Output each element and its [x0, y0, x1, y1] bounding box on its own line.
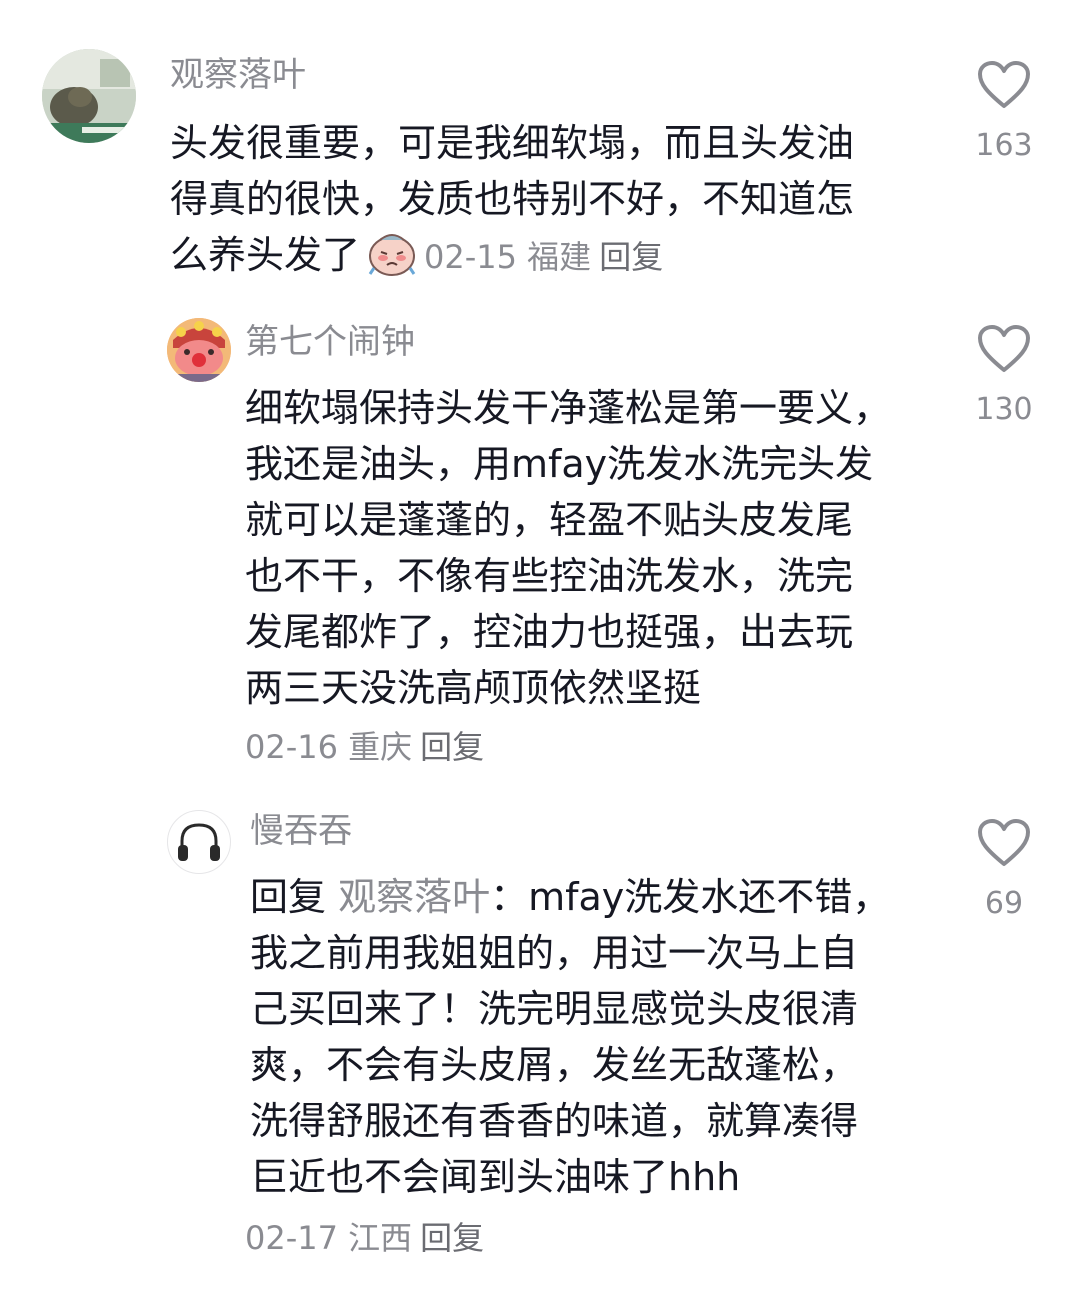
like-button[interactable]: 69 — [964, 818, 1044, 922]
headphones-icon — [178, 823, 220, 861]
heart-icon — [978, 61, 1030, 108]
comment-date: 02-17 — [245, 1219, 338, 1257]
reply-button[interactable]: 回复 — [420, 728, 484, 766]
comment-line: 己买回来了！洗完明显感觉头皮很清 — [250, 987, 859, 1031]
crying-face-emoji-icon — [366, 230, 418, 291]
username[interactable]: 第七个闹钟 — [245, 322, 415, 362]
comment-location: 福建 — [527, 238, 592, 276]
reply-button[interactable]: 回复 — [420, 1219, 484, 1257]
comment-line: 两三天没洗高颅顶依然坚挺 — [245, 666, 702, 710]
comment-text: 头发很重要，可是我细软塌，而且头发油 得真的很快，发质也特别不好，不知道怎 么养… — [170, 115, 854, 291]
comment-line: 就可以是蓬蓬的，轻盈不贴头皮发尾 — [245, 498, 854, 542]
comment-date: 02-16 — [245, 728, 338, 766]
reply-target-username[interactable]: 观察落叶 — [338, 875, 490, 919]
avatar[interactable] — [167, 318, 231, 382]
comment-location: 重庆 — [348, 728, 413, 766]
avatar[interactable] — [42, 49, 136, 143]
comment-line: 得真的很快，发质也特别不好，不知道怎 — [170, 177, 855, 221]
comment-line: 头发很重要，可是我细软塌，而且头发油 — [170, 121, 855, 165]
comment-meta: 02-16 重庆 回复 — [245, 727, 484, 767]
comment-text: 细软塌保持头发干净蓬松是第一要义， 我还是油头，用mfay洗发水洗完头发 就可以… — [245, 380, 891, 716]
comment-meta: 02-15 福建 回复 — [424, 238, 663, 276]
comment-line: 我还是油头，用mfay洗发水洗完头发 — [245, 442, 874, 486]
like-count: 130 — [975, 392, 1033, 427]
like-button[interactable]: 163 — [964, 60, 1044, 164]
like-count: 69 — [984, 886, 1024, 921]
comment-line: 细软塌保持头发干净蓬松是第一要义， — [245, 386, 892, 430]
reply-prefix: 回复 — [250, 875, 327, 919]
comment-line-text: ：mfay洗发水还不错， — [490, 875, 891, 919]
like-count: 163 — [975, 128, 1033, 163]
like-button[interactable]: 130 — [964, 324, 1044, 428]
comment-line: 么养头发了 02-15 福建 回复 — [170, 227, 854, 291]
comment-line-text: 么养头发了 — [170, 233, 361, 277]
comment-meta: 02-17 江西 回复 — [245, 1218, 484, 1258]
comment-line: 洗得舒服还有香香的味道，就算凑得 — [250, 1099, 859, 1143]
reply-button[interactable]: 回复 — [599, 238, 663, 276]
avatar[interactable] — [167, 810, 231, 874]
comment-line: 回复 观察落叶：mfay洗发水还不错， — [250, 869, 890, 925]
comment-text: 回复 观察落叶：mfay洗发水还不错， 我之前用我姐姐的，用过一次马上自 己买回… — [250, 869, 890, 1205]
comment-line: 发尾都炸了，控油力也挺强，出去玩 — [245, 610, 854, 654]
comment-line: 爽，不会有头皮屑，发丝无敌蓬松， — [250, 1043, 859, 1087]
username[interactable]: 观察落叶 — [170, 55, 306, 95]
heart-icon — [978, 325, 1030, 372]
comment-line: 也不干，不像有些控油洗发水，洗完 — [245, 554, 854, 598]
heart-icon — [978, 819, 1030, 866]
comment-date: 02-15 — [424, 238, 517, 276]
comment-line: 巨近也不会闻到头油味了hhh — [250, 1155, 741, 1199]
username[interactable]: 慢吞吞 — [250, 811, 352, 851]
comment-location: 江西 — [348, 1219, 413, 1257]
comment-line: 我之前用我姐姐的，用过一次马上自 — [250, 931, 859, 975]
